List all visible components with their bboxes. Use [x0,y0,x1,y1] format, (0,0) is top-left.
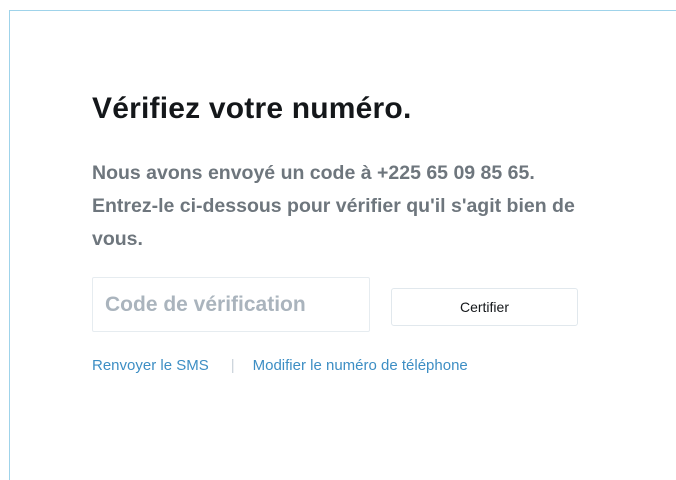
page-title: Vérifiez votre numéro. [92,92,412,125]
certify-button[interactable]: Certifier [391,288,578,326]
link-separator: | [230,357,235,374]
resend-sms-link[interactable]: Renvoyer le SMS [92,357,209,374]
verification-code-input[interactable] [92,277,370,332]
verification-links: Renvoyer le SMS | Modifier le numéro de té… [92,357,468,374]
change-phone-number-link[interactable]: Modifier le numéro de téléphone [253,357,468,374]
verification-description: Nous avons envoyé un code à +225 65 09 8… [92,162,575,250]
